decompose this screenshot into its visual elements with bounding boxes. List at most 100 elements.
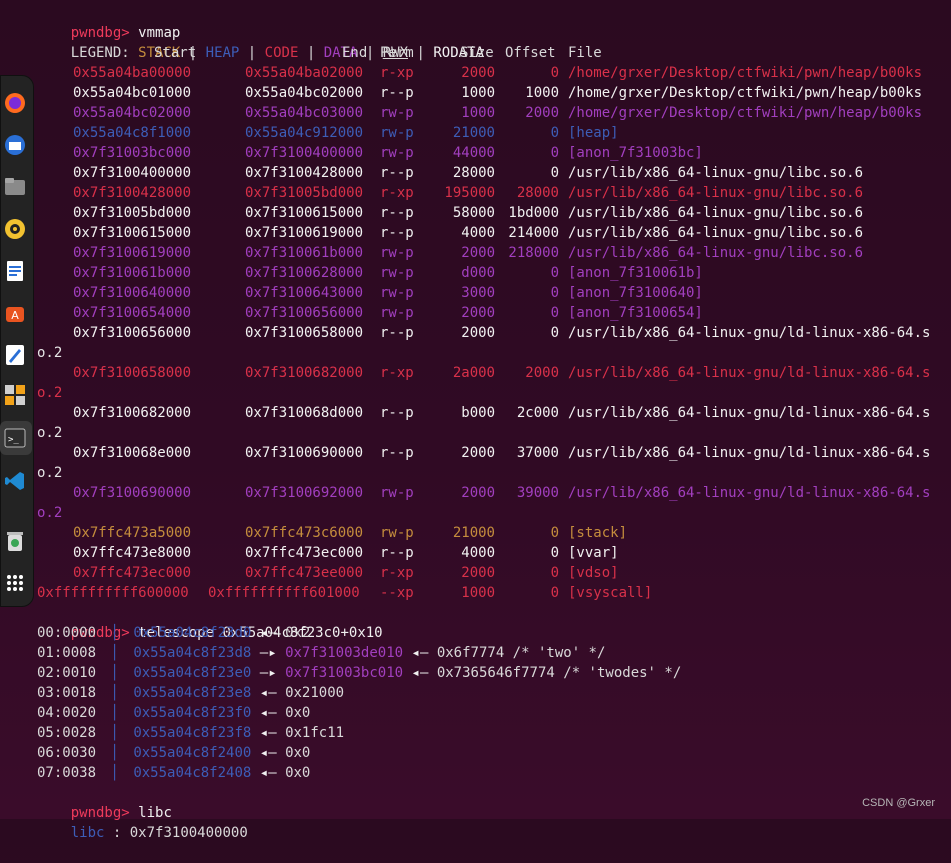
file-path: [vdso]	[568, 565, 619, 581]
offset: 0	[550, 305, 559, 321]
separator: │	[110, 745, 119, 761]
end-address: 0x55a04c912000	[245, 125, 364, 141]
vmmap-row: 0x55a04bc01000 0x55a04bc02000 r--p 1000 1000…	[0, 83, 951, 103]
start-address: 0x7f3100428000	[73, 185, 192, 201]
telescope-row: 06:0030 │ 0x55a04c8f2400 ◂— 0x0	[37, 743, 310, 763]
separator: │	[110, 705, 119, 721]
stack-address: 0x55a04c8f2408	[133, 765, 252, 781]
memory-value: 0x1fc11	[285, 725, 345, 741]
size: 1000	[461, 85, 495, 101]
vmmap-row: 0x7f31003bc000 0x7f3100400000 rw-p 44000 0 [a…	[0, 143, 951, 163]
size: 2000	[461, 305, 495, 321]
text-editor-icon[interactable]	[0, 341, 30, 369]
file-path: /home/grxer/Desktop/ctfwiki/pwn/heap/b00…	[568, 85, 923, 101]
firefox-icon[interactable]	[0, 89, 30, 117]
permissions: r--p	[380, 405, 414, 421]
separator: │	[110, 725, 119, 741]
header-offset: Offset	[505, 45, 556, 61]
stack-address: 0x55a04c8f2400	[133, 745, 252, 761]
arrow: ◂—	[259, 745, 277, 761]
start-address: 0x7f31005bd000	[73, 205, 192, 221]
start-address: 0x7ffc473a5000	[73, 525, 192, 541]
arrow: —▸	[259, 665, 277, 681]
permissions: r--p	[380, 325, 414, 341]
end-address: 0x7f310061b000	[245, 245, 364, 261]
offset: 2000	[525, 365, 559, 381]
stack-index: 02:0010	[37, 665, 97, 681]
rhythmbox-icon[interactable]	[0, 215, 30, 243]
vmmap-row: 0x55a04bc02000 0x55a04bc03000 rw-p 1000 2000…	[0, 103, 951, 123]
vmmap-row: 0x7f3100690000 0x7f3100692000 rw-p 2000 3900…	[0, 483, 951, 503]
file-path: [stack]	[568, 525, 628, 541]
trash-icon[interactable]	[0, 527, 30, 555]
vmmap-row: 0x7f3100428000 0x7f31005bd000 r-xp 195000 28…	[0, 183, 951, 203]
stack-address: 0x55a04c8f23e8	[133, 685, 252, 701]
end-address: 0x7ffc473ec000	[245, 545, 364, 561]
telescope-row: 01:0008 │ 0x55a04c8f23d8 —▸ 0x7f31003de0…	[37, 643, 605, 663]
vmmap-row-wrap: o.2	[37, 505, 63, 521]
offset: 0	[550, 125, 559, 141]
memory-value: 0x0	[285, 745, 311, 761]
permissions: rw-p	[380, 525, 414, 541]
memory-value: 0x2	[285, 625, 311, 641]
arrow: ◂—	[411, 645, 429, 661]
prompt-line-vmmap: pwndbg> vmmap	[37, 3, 181, 41]
offset: 0	[550, 145, 559, 161]
size: 1000	[461, 105, 495, 121]
start-address: 0x55a04ba00000	[73, 65, 192, 81]
arrow: ◂—	[259, 765, 277, 781]
size: 2000	[461, 325, 495, 341]
file-path: /usr/lib/x86_64-linux-gnu/ld-linux-x86-6…	[568, 325, 931, 341]
size: 1000	[461, 585, 495, 601]
prompt-line-libc: pwndbg> libc	[37, 783, 172, 821]
calculator-icon[interactable]	[0, 381, 30, 409]
arrow: ◂—	[259, 685, 277, 701]
app-grid-icon[interactable]	[0, 569, 30, 597]
start-address: 0x7f3100682000	[73, 405, 192, 421]
terminal-icon[interactable]: >_	[0, 424, 30, 452]
telescope-row: 03:0018 │ 0x55a04c8f23e8 ◂— 0x21000	[37, 683, 344, 703]
permissions: r--p	[380, 205, 414, 221]
offset: 0	[550, 325, 559, 341]
vmmap-row: 0x7f3100619000 0x7f310061b000 rw-p 2000 2180…	[0, 243, 951, 263]
stack-index: 04:0020	[37, 705, 97, 721]
separator: │	[110, 665, 119, 681]
writer-icon[interactable]	[0, 257, 30, 285]
stack-address: 0x55a04c8f23e0	[133, 665, 252, 681]
offset: 28000	[516, 185, 559, 201]
stack-index: 07:0038	[37, 765, 97, 781]
file-path: [heap]	[568, 125, 619, 141]
separator: │	[110, 765, 119, 781]
memory-value: 0x0	[285, 765, 311, 781]
stack-address: 0x55a04c8f23d0	[133, 625, 252, 641]
stack-address: 0x55a04c8f23f0	[133, 705, 252, 721]
start-address: 0x55a04bc02000	[73, 105, 192, 121]
watermark: CSDN @Grxer	[862, 797, 935, 809]
start-address: 0x7ffc473ec000	[73, 565, 192, 581]
vmmap-row: 0x7f31005bd000 0x7f3100615000 r--p 58000 1bd…	[0, 203, 951, 223]
files-icon[interactable]	[0, 173, 30, 201]
telescope-row: 07:0038 │ 0x55a04c8f2408 ◂— 0x0	[37, 763, 310, 783]
stack-index: 00:0000	[37, 625, 97, 641]
size: 21000	[452, 525, 495, 541]
size: d000	[461, 265, 495, 281]
start-address: 0x7f3100615000	[73, 225, 192, 241]
permissions: rw-p	[380, 485, 414, 501]
end-address: 0x7ffc473c6000	[245, 525, 364, 541]
thunderbird-icon[interactable]	[0, 131, 30, 159]
vscode-icon[interactable]	[0, 467, 30, 495]
end-address: 0x7f3100428000	[245, 165, 364, 181]
offset: 39000	[516, 485, 559, 501]
size: 44000	[452, 145, 495, 161]
vmmap-row: 0x55a04c8f1000 0x55a04c912000 rw-p 21000 0 [h…	[0, 123, 951, 143]
vmmap-row-wrap: o.2	[37, 385, 63, 401]
offset: 37000	[516, 445, 559, 461]
start-address: 0x7f3100690000	[73, 485, 192, 501]
legend-line: LEGEND: STACK | HEAP | CODE | DATA | RWX…	[37, 23, 484, 61]
vmmap-row: 0x7f3100658000 0x7f3100682000 r-xp 2a000 200…	[0, 363, 951, 383]
end-address: 0x55a04bc03000	[245, 105, 364, 121]
app-center-icon[interactable]: A	[0, 299, 30, 327]
size: 4000	[461, 545, 495, 561]
arrow: ◂—	[259, 625, 277, 641]
terminal-window[interactable]: pwndbg> vmmap LEGEND: STACK | HEAP | COD…	[0, 0, 951, 841]
